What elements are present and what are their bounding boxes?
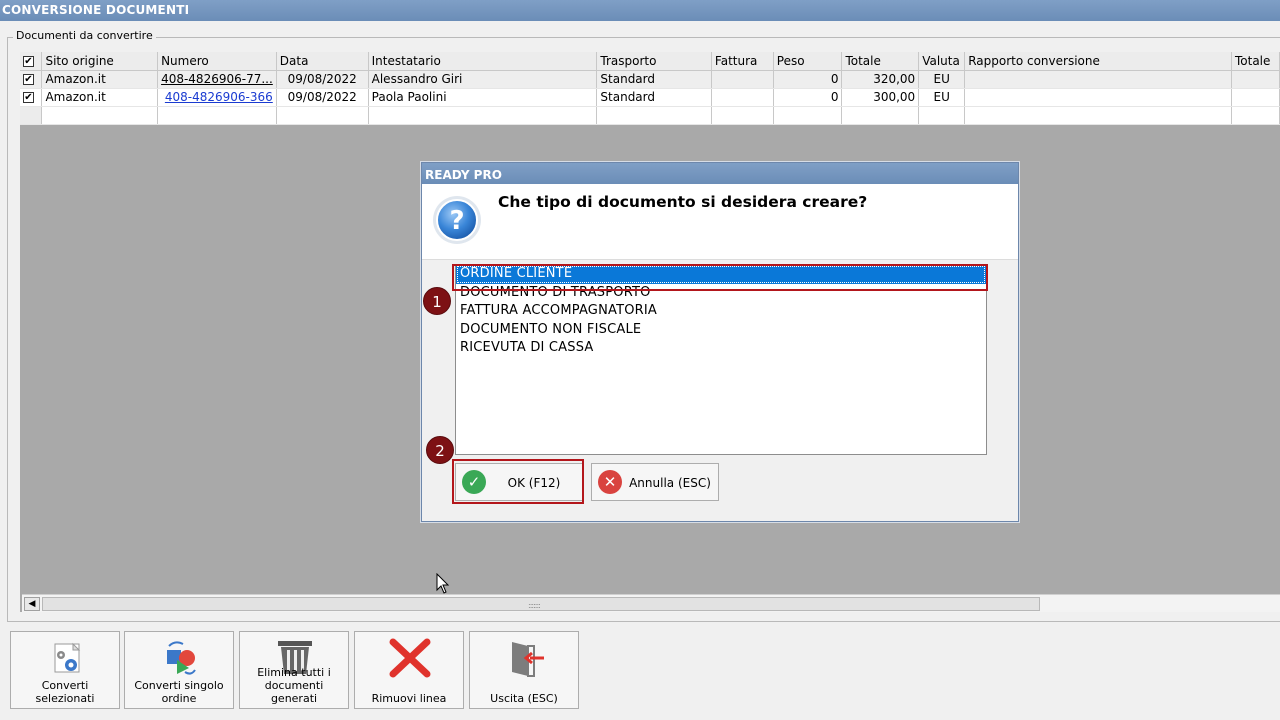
cell-empty — [841, 106, 920, 125]
cell-peso: 0 — [773, 88, 843, 107]
horizontal-scrollbar[interactable]: ◀ ::::::: — [22, 594, 1280, 612]
scrollbar-thumb[interactable]: ::::::: — [42, 597, 1040, 611]
cell-rapporto — [964, 88, 1232, 107]
table-row-empty[interactable] — [20, 106, 1280, 125]
column-header-fattura[interactable]: Fattura — [711, 52, 774, 71]
order-number-link[interactable]: 408-4826906-366 — [165, 90, 273, 104]
documents-group-label: Documenti da convertire — [13, 29, 156, 42]
grip-icon: ::::::: — [528, 601, 541, 610]
column-header-intestatario[interactable]: Intestatario — [368, 52, 598, 71]
list-item-fattura-accompagnatoria[interactable]: FATTURA ACCOMPAGNATORIA — [456, 302, 986, 321]
question-icon: ? — [433, 196, 481, 244]
exit-button[interactable]: Uscita (ESC) — [469, 631, 579, 709]
column-header-trasporto[interactable]: Trasporto — [596, 52, 712, 71]
column-header-sito[interactable]: Sito origine — [41, 52, 159, 71]
convert-single-button[interactable]: Converti singolo ordine — [124, 631, 234, 709]
column-header-numero[interactable]: Numero — [157, 52, 277, 71]
document-type-list[interactable]: ORDINE CLIENTE DOCUMENTO DI TRASPORTO FA… — [455, 264, 987, 455]
column-header-totale[interactable]: Totale — [841, 52, 920, 71]
cell-numero: 408-4826906-366 — [157, 88, 277, 107]
cell-data: 09/08/2022 — [276, 88, 369, 107]
remove-line-button[interactable]: Rimuovi linea — [354, 631, 464, 709]
order-number-link[interactable]: 408-4826906-77... — [161, 72, 273, 86]
svg-text:?: ? — [449, 206, 464, 236]
column-header-rapporto[interactable]: Rapporto conversione — [964, 52, 1232, 71]
column-header-peso[interactable]: Peso — [773, 52, 843, 71]
mouse-cursor-icon — [436, 573, 450, 594]
callout-box-2 — [452, 459, 584, 504]
cell-fattura — [711, 88, 774, 107]
column-header-data[interactable]: Data — [276, 52, 369, 71]
cell-sito: Amazon.it — [41, 70, 159, 89]
select-all-checkbox[interactable]: ✔ — [20, 52, 43, 71]
cancel-button-label: Annulla (ESC) — [629, 476, 711, 490]
callout-box-1 — [452, 264, 988, 291]
callout-badge-1: 1 — [423, 287, 451, 315]
cell-empty — [276, 106, 369, 125]
window-title: CONVERSIONE DOCUMENTI — [0, 0, 1280, 21]
cancel-x-icon: ✕ — [598, 470, 622, 494]
exit-label: Uscita (ESC) — [490, 692, 558, 705]
cell-intestatario: Alessandro Giri — [368, 70, 598, 89]
convert-selected-button[interactable]: Converti selezionati — [10, 631, 120, 709]
convert-single-label: Converti singolo ordine — [134, 679, 224, 705]
table-row[interactable]: ✔ Amazon.it 408-4826906-366 09/08/2022 P… — [20, 88, 1280, 107]
callout-badge-2: 2 — [426, 436, 454, 464]
cell-empty — [711, 106, 774, 125]
delete-all-label: Elimina tutti i documenti generati — [257, 666, 331, 705]
cell-empty — [1231, 106, 1280, 125]
cell-totale-2 — [1231, 88, 1280, 107]
convert-single-icon — [167, 641, 196, 675]
cell-empty — [157, 106, 277, 125]
cell-data: 09/08/2022 — [276, 70, 369, 89]
table-row[interactable]: ✔ Amazon.it 408-4826906-77... 09/08/2022… — [20, 70, 1280, 89]
list-item-documento-non-fiscale[interactable]: DOCUMENTO NON FISCALE — [456, 321, 986, 340]
column-header-totale-2[interactable]: Totale — [1231, 52, 1280, 71]
cell-empty — [596, 106, 712, 125]
cell-totale-2 — [1231, 70, 1280, 89]
cell-trasporto: Standard — [596, 88, 712, 107]
dialog-question: Che tipo di documento si desidera creare… — [498, 193, 868, 211]
row-checkbox[interactable]: ✔ — [20, 88, 43, 107]
cell-empty — [41, 106, 159, 125]
table-header-row: ✔ Sito origine Numero Data Intestatario … — [20, 52, 1280, 71]
convert-gear-icon — [54, 642, 81, 673]
convert-selected-label: Converti selezionati — [35, 679, 95, 705]
scroll-left-icon[interactable]: ◀ — [24, 597, 40, 611]
cell-empty — [918, 106, 966, 125]
cell-fattura — [711, 70, 774, 89]
cell-peso: 0 — [773, 70, 843, 89]
delete-all-button[interactable]: Elimina tutti i documenti generati — [239, 631, 349, 709]
cell-totale: 320,00 — [841, 70, 920, 89]
cancel-button[interactable]: ✕ Annulla (ESC) — [591, 463, 719, 501]
cell-empty — [964, 106, 1232, 125]
exit-door-icon — [512, 642, 544, 677]
documents-table: ✔ Sito origine Numero Data Intestatario … — [20, 52, 1280, 125]
cell-rapporto — [964, 70, 1232, 89]
cell-empty — [368, 106, 598, 125]
cell-numero: 408-4826906-77... — [157, 70, 277, 89]
cell-valuta: EU — [918, 70, 966, 89]
cell-valuta: EU — [918, 88, 966, 107]
dialog-title: READY PRO — [422, 163, 1018, 184]
cell-sito: Amazon.it — [41, 88, 159, 107]
row-indicator — [20, 106, 43, 125]
dialog-header: ? Che tipo di documento si desidera crea… — [422, 184, 1018, 260]
red-x-icon — [389, 638, 431, 678]
remove-line-label: Rimuovi linea — [371, 692, 447, 705]
cell-totale: 300,00 — [841, 88, 920, 107]
cell-trasporto: Standard — [596, 70, 712, 89]
column-header-valuta[interactable]: Valuta — [918, 52, 966, 71]
row-checkbox[interactable]: ✔ — [20, 70, 43, 89]
cell-intestatario: Paola Paolini — [368, 88, 598, 107]
list-item-ricevuta-cassa[interactable]: RICEVUTA DI CASSA — [456, 339, 986, 358]
cell-empty — [773, 106, 843, 125]
